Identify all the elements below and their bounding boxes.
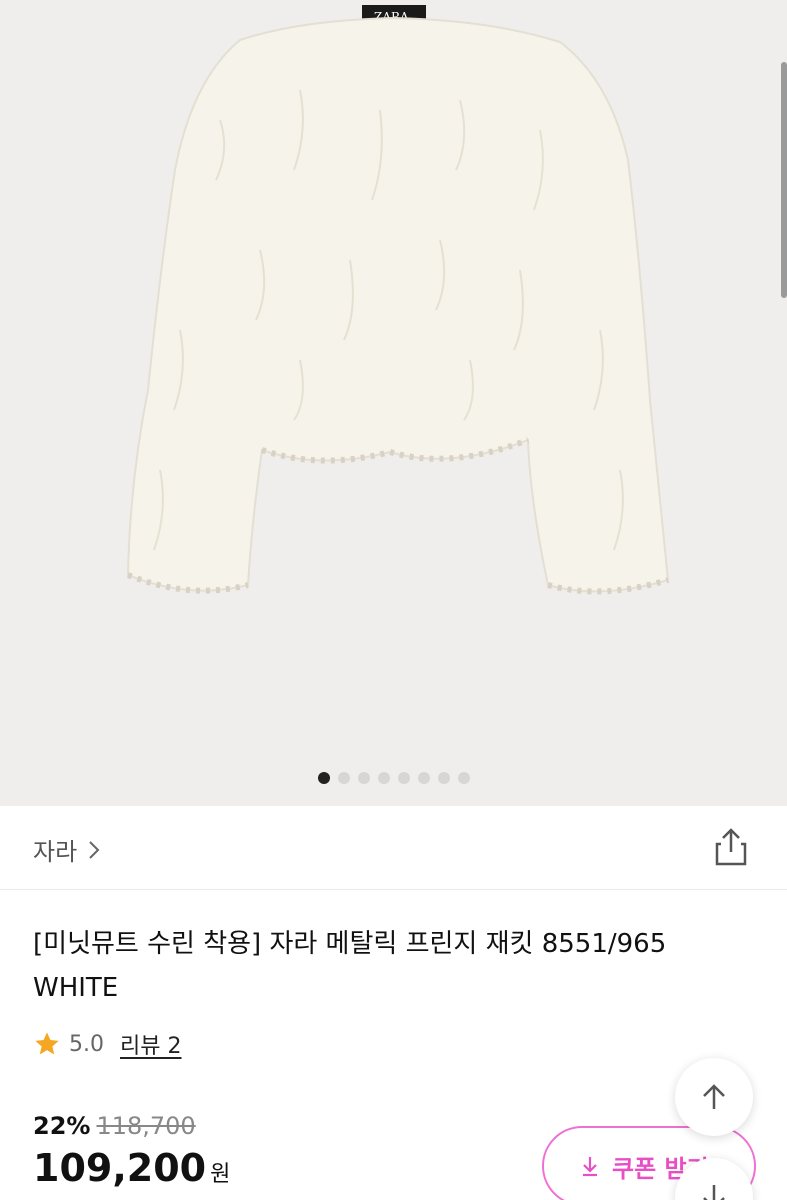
price-row: 109,200 원 (33, 1146, 230, 1190)
chevron-right-icon (89, 840, 100, 859)
currency-label: 원 (210, 1162, 231, 1187)
rating-score: 5.0 (69, 1031, 104, 1057)
scroll-top-button[interactable] (675, 1058, 753, 1136)
star-icon (35, 1032, 59, 1055)
carousel-dot[interactable] (417, 772, 430, 784)
arrow-down-icon (703, 1185, 725, 1200)
carousel-dot[interactable] (337, 772, 350, 784)
discount-row: 22% 118,700 (33, 1112, 196, 1140)
reviews-link[interactable]: 리뷰 2 (120, 1028, 181, 1060)
carousel-dot[interactable] (397, 772, 410, 784)
brand-row: 자라 (0, 806, 787, 890)
download-icon (583, 1157, 597, 1177)
carousel-dot[interactable] (457, 772, 470, 784)
original-price: 118,700 (96, 1112, 196, 1140)
brand-link[interactable]: 자라 (33, 832, 101, 867)
brand-name: 자라 (33, 838, 78, 866)
sale-price: 109,200 (33, 1146, 207, 1190)
product-image-gallery[interactable]: ZARA (0, 0, 787, 806)
carousel-dot[interactable] (317, 772, 330, 784)
carousel-dot[interactable] (437, 772, 450, 784)
scrollbar[interactable] (781, 62, 787, 298)
product-title: [미닛뮤트 수린 착용] 자라 메탈릭 프린지 재킷 8551/965 WHIT… (33, 929, 667, 1003)
carousel-indicator (0, 772, 787, 784)
carousel-dot[interactable] (357, 772, 370, 784)
arrow-up-icon (703, 1084, 725, 1109)
rating-summary: 5.0 리뷰 2 (33, 1028, 181, 1060)
carousel-dot[interactable] (377, 772, 390, 784)
share-icon[interactable] (713, 826, 749, 868)
product-image: ZARA (126, 5, 670, 595)
discount-rate: 22% (33, 1112, 91, 1140)
